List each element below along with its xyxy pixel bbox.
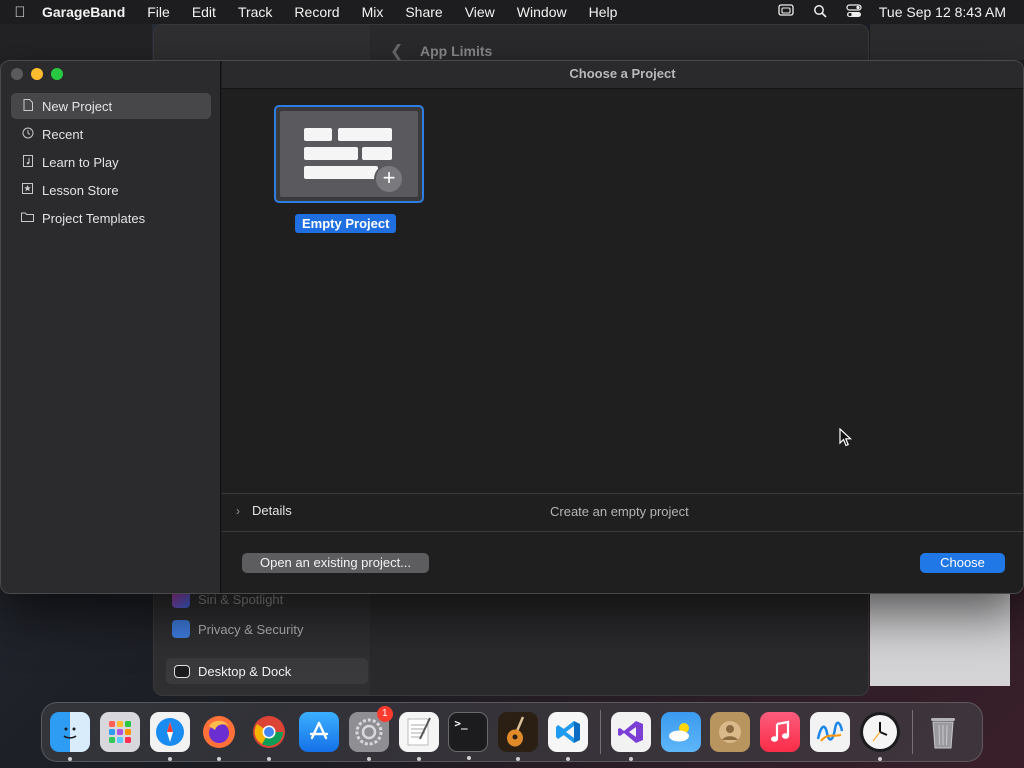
project-sidebar: New Project Recent Learn to Play Lesson … [1, 61, 221, 593]
control-center-icon[interactable] [837, 3, 871, 21]
sidebar-item-label: Project Templates [42, 210, 146, 226]
background-window-title: App Limits [420, 43, 493, 59]
background-preview-panel [870, 590, 1010, 686]
menu-share[interactable]: Share [394, 4, 453, 20]
bg-sidebar-item-desktop-dock[interactable]: Desktop & Dock [166, 658, 368, 684]
music-icon[interactable] [760, 712, 801, 752]
firefox-icon[interactable] [199, 712, 239, 761]
minimize-button[interactable] [31, 68, 43, 80]
hand-icon [172, 620, 190, 638]
notification-badge: 1 [376, 706, 393, 722]
document-icon [21, 98, 34, 114]
plus-icon: + [374, 164, 404, 194]
close-button[interactable] [11, 68, 23, 80]
folder-icon [21, 212, 34, 225]
sidebar-item-lesson-store[interactable]: Lesson Store [11, 177, 211, 203]
clock-icon [21, 127, 34, 142]
clock-app-icon[interactable] [859, 712, 900, 761]
bg-sidebar-item-privacy[interactable]: Privacy & Security [172, 620, 303, 638]
freeform-icon[interactable] [809, 712, 850, 752]
dock-icon [174, 664, 190, 678]
menu-mix[interactable]: Mix [351, 4, 395, 20]
mouse-cursor-icon [839, 428, 853, 447]
dock-separator [599, 710, 601, 754]
sidebar-item-recent[interactable]: Recent [11, 121, 211, 147]
sidebar-item-label: Lesson Store [42, 182, 119, 198]
menu-bar:  GarageBand File Edit Track Record Mix … [0, 0, 1024, 24]
choose-button[interactable]: Choose [920, 553, 1005, 573]
vscode-icon[interactable] [547, 712, 588, 761]
contacts-icon[interactable] [710, 712, 751, 752]
sidebar-item-label: Learn to Play [42, 154, 119, 170]
apple-menu-icon[interactable]:  [0, 4, 40, 21]
sidebar-nav: New Project Recent Learn to Play Lesson … [11, 93, 211, 233]
dock: 1 >_ [41, 702, 983, 762]
back-chevron-icon[interactable]: ❮ [390, 41, 403, 61]
zoom-button[interactable] [51, 68, 63, 80]
menu-clock[interactable]: Tue Sep 12 8:43 AM [871, 4, 1006, 20]
empty-project-thumbnail: + [280, 111, 418, 197]
spotlight-search-icon[interactable] [803, 4, 837, 21]
system-settings-icon[interactable]: 1 [348, 706, 393, 761]
menu-record[interactable]: Record [283, 4, 350, 20]
bg-sidebar-label: Privacy & Security [198, 621, 304, 637]
project-description: Create an empty project [550, 504, 689, 519]
sidebar-item-label: New Project [42, 98, 113, 114]
menu-window[interactable]: Window [506, 4, 578, 20]
menu-view[interactable]: View [454, 4, 506, 20]
visual-studio-icon[interactable] [610, 712, 651, 761]
terminal-icon[interactable]: >_ [448, 712, 489, 760]
finder-icon[interactable] [50, 712, 90, 761]
music-note-icon [21, 154, 34, 170]
window-title: Choose a Project [222, 61, 1023, 89]
divider [222, 531, 1023, 532]
menu-file[interactable]: File [136, 4, 181, 20]
menu-help[interactable]: Help [578, 4, 629, 20]
sidebar-item-label: Recent [42, 126, 84, 142]
menu-app-name[interactable]: GarageBand [40, 4, 136, 20]
screen-mirroring-icon[interactable] [769, 3, 803, 21]
details-disclosure[interactable]: › Details [236, 503, 292, 518]
choose-project-window: New Project Recent Learn to Play Lesson … [0, 60, 1024, 594]
garageband-icon[interactable] [498, 712, 539, 761]
app-store-icon[interactable] [298, 712, 339, 752]
launchpad-icon[interactable] [99, 712, 140, 752]
safari-icon[interactable] [149, 712, 190, 761]
project-chooser-content: Choose a Project + Empty Project › Detai… [222, 61, 1023, 593]
bg-sidebar-label: Desktop & Dock [198, 663, 292, 679]
background-window-left [0, 24, 152, 64]
menu-edit[interactable]: Edit [181, 4, 227, 20]
details-label: Details [252, 503, 292, 518]
open-existing-project-button[interactable]: Open an existing project... [242, 553, 429, 573]
weather-icon[interactable] [660, 712, 701, 752]
empty-project-label[interactable]: Empty Project [295, 214, 397, 233]
menu-track[interactable]: Track [227, 4, 283, 20]
chevron-right-icon: › [236, 503, 240, 518]
textedit-icon[interactable] [398, 712, 439, 761]
chrome-icon[interactable] [249, 712, 289, 761]
divider [222, 493, 1023, 494]
background-window-right [870, 24, 1024, 60]
sidebar-item-learn-to-play[interactable]: Learn to Play [11, 149, 211, 175]
star-icon [21, 183, 34, 197]
window-controls [11, 68, 63, 80]
trash-icon[interactable] [923, 712, 963, 752]
sidebar-item-new-project[interactable]: New Project [11, 93, 211, 119]
empty-project-tile[interactable]: + [274, 105, 424, 203]
dock-separator [911, 710, 913, 754]
sidebar-item-project-templates[interactable]: Project Templates [11, 205, 211, 231]
